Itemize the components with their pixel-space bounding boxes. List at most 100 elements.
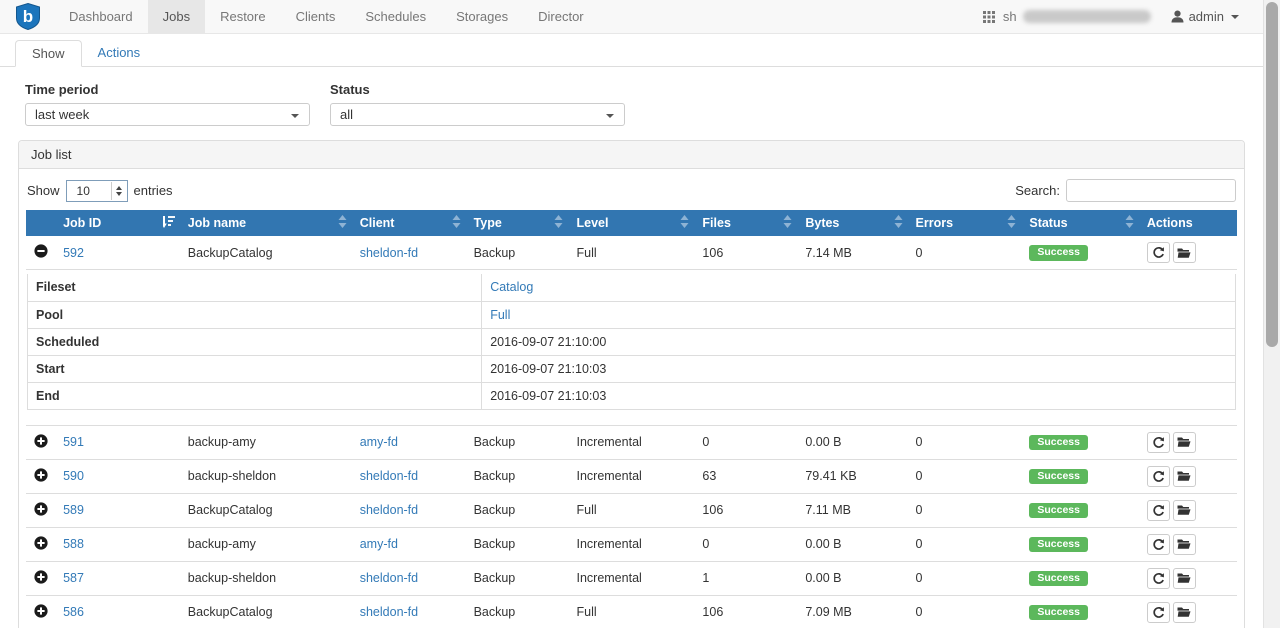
detail-value-link[interactable]: Full — [490, 308, 510, 322]
scrollbar-thumb[interactable] — [1266, 2, 1278, 347]
nav-item-clients[interactable]: Clients — [281, 0, 351, 33]
browse-files-button[interactable] — [1173, 432, 1196, 453]
job-id-link[interactable]: 592 — [63, 246, 84, 260]
tab-show[interactable]: Show — [15, 40, 82, 67]
job-detail-row: FilesetCatalogPoolFullScheduled2016-09-0… — [26, 270, 1237, 426]
browse-files-button[interactable] — [1173, 602, 1196, 623]
expand-row-button[interactable] — [34, 604, 48, 618]
expand-row-button[interactable] — [34, 434, 48, 448]
job-errors: 0 — [908, 493, 1022, 527]
column-header-status[interactable]: Status — [1021, 210, 1138, 236]
status-badge: Success — [1029, 245, 1088, 261]
job-name: BackupCatalog — [180, 493, 352, 527]
hostname-prefix: sh — [1003, 9, 1017, 24]
user-menu[interactable]: admin — [1171, 9, 1239, 24]
status-badge: Success — [1029, 571, 1088, 587]
client-link[interactable]: sheldon-fd — [360, 246, 418, 260]
rerun-job-button[interactable] — [1147, 568, 1170, 589]
client-link[interactable]: amy-fd — [360, 537, 398, 551]
column-header-client[interactable]: Client — [352, 210, 466, 236]
page-scrollbar[interactable] — [1263, 0, 1280, 628]
browse-files-icon — [1177, 606, 1191, 618]
browse-files-button[interactable] — [1173, 466, 1196, 487]
job-errors: 0 — [908, 595, 1022, 628]
rerun-job-button[interactable] — [1147, 432, 1170, 453]
expand-row-button[interactable] — [34, 502, 48, 516]
status-badge: Success — [1029, 537, 1088, 553]
column-header-job-id[interactable]: Job ID — [55, 210, 180, 236]
nav-item-jobs[interactable]: Jobs — [148, 0, 205, 33]
detail-value-link[interactable]: Catalog — [490, 280, 533, 294]
job-detail-table: FilesetCatalogPoolFullScheduled2016-09-0… — [27, 274, 1236, 410]
column-header-files[interactable]: Files — [694, 210, 797, 236]
browse-files-icon — [1177, 470, 1191, 482]
status-badge: Success — [1029, 469, 1088, 485]
rerun-job-button[interactable] — [1147, 500, 1170, 521]
job-id-link[interactable]: 587 — [63, 571, 84, 585]
nav-item-schedules[interactable]: Schedules — [350, 0, 441, 33]
column-header-job-name[interactable]: Job name — [180, 210, 352, 236]
job-level: Incremental — [568, 527, 694, 561]
rerun-job-button[interactable] — [1147, 466, 1170, 487]
tab-actions[interactable]: Actions — [82, 40, 157, 67]
browse-files-button[interactable] — [1173, 500, 1196, 521]
expand-row-button[interactable] — [34, 536, 48, 550]
detail-value: 2016-09-07 21:10:00 — [482, 328, 1236, 355]
rerun-icon — [1152, 538, 1165, 551]
nav-item-dashboard[interactable]: Dashboard — [54, 0, 148, 33]
time-period-select[interactable]: last week — [25, 103, 310, 126]
client-link[interactable]: sheldon-fd — [360, 503, 418, 517]
rerun-job-button[interactable] — [1147, 534, 1170, 555]
job-row-591: 591backup-amyamy-fdBackupIncremental00.0… — [26, 425, 1237, 459]
expand-row-button[interactable] — [34, 570, 48, 584]
job-level: Incremental — [568, 425, 694, 459]
status-select[interactable]: all — [330, 103, 625, 126]
expand-row-button[interactable] — [34, 468, 48, 482]
column-header-errors[interactable]: Errors — [908, 210, 1022, 236]
job-id-link[interactable]: 589 — [63, 503, 84, 517]
sort-icon — [783, 215, 792, 228]
browse-files-button[interactable] — [1173, 242, 1196, 263]
client-link[interactable]: sheldon-fd — [360, 469, 418, 483]
client-link[interactable]: sheldon-fd — [360, 605, 418, 619]
brand-logo[interactable]: b — [0, 0, 54, 33]
entries-select[interactable]: 10 — [66, 180, 128, 202]
detail-label: Start — [28, 355, 482, 382]
job-type: Backup — [466, 459, 569, 493]
job-list-panel: Job list Show 10 entries Search: — [18, 140, 1245, 628]
job-id-link[interactable]: 586 — [63, 605, 84, 619]
job-id-link[interactable]: 591 — [63, 435, 84, 449]
sort-icon — [452, 215, 461, 228]
column-header-actions[interactable]: Actions — [1139, 210, 1237, 236]
nav-item-storages[interactable]: Storages — [441, 0, 523, 33]
job-id-link[interactable]: 590 — [63, 469, 84, 483]
client-link[interactable]: sheldon-fd — [360, 571, 418, 585]
browse-files-button[interactable] — [1173, 534, 1196, 555]
column-header-type[interactable]: Type — [466, 210, 569, 236]
hostname-redacted — [1023, 10, 1151, 23]
sort-icon — [1125, 215, 1134, 228]
nav-item-restore[interactable]: Restore — [205, 0, 281, 33]
jobs-table: Job IDJob nameClientTypeLevelFilesBytesE… — [26, 210, 1237, 628]
entries-value: 10 — [77, 184, 90, 198]
apps-grid-icon[interactable] — [983, 11, 995, 23]
job-errors: 0 — [908, 527, 1022, 561]
client-link[interactable]: amy-fd — [360, 435, 398, 449]
show-label: Show — [27, 183, 60, 198]
search-input[interactable] — [1066, 179, 1236, 202]
job-row-588: 588backup-amyamy-fdBackupIncremental00.0… — [26, 527, 1237, 561]
column-header-level[interactable]: Level — [568, 210, 694, 236]
column-header-bytes[interactable]: Bytes — [797, 210, 907, 236]
browse-files-button[interactable] — [1173, 568, 1196, 589]
job-row-587: 587backup-sheldonsheldon-fdBackupIncreme… — [26, 561, 1237, 595]
status-badge: Success — [1029, 605, 1088, 621]
collapse-row-button[interactable] — [34, 244, 48, 258]
time-period-filter: Time period last week — [25, 82, 310, 126]
job-row-592: 592BackupCatalogsheldon-fdBackupFull1067… — [26, 236, 1237, 270]
rerun-job-button[interactable] — [1147, 602, 1170, 623]
main-navigation: DashboardJobsRestoreClientsSchedulesStor… — [54, 0, 599, 33]
nav-item-director[interactable]: Director — [523, 0, 599, 33]
job-id-link[interactable]: 588 — [63, 537, 84, 551]
rerun-job-button[interactable] — [1147, 242, 1170, 263]
sort-icon — [894, 215, 903, 228]
